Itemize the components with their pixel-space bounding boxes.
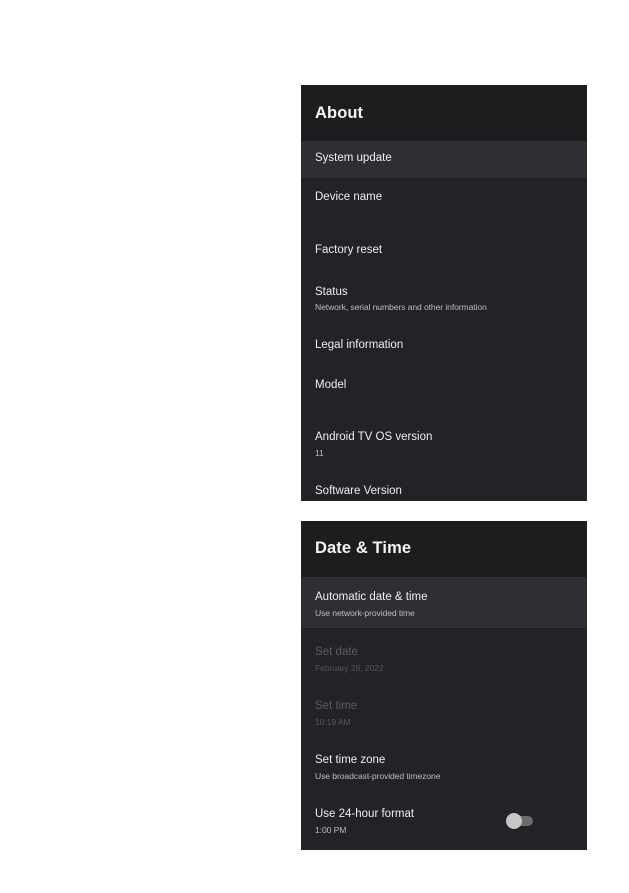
menu-item-automatic-date-time[interactable]: Automatic date & time Use network-provid…	[301, 577, 587, 629]
item-title: Status	[315, 286, 348, 298]
menu-item-set-date: Set date February 28, 2022	[301, 629, 587, 683]
menu-item-device-name[interactable]: Device name	[301, 179, 587, 231]
item-subtitle: Network, serial numbers and other inform…	[315, 302, 487, 312]
item-title: Set time	[315, 700, 358, 712]
toggle-knob	[506, 813, 522, 829]
item-subtitle: 11	[315, 448, 324, 458]
24-hour-format-toggle[interactable]	[506, 813, 534, 829]
item-subtitle: Use network-provided time	[315, 608, 415, 618]
item-title: Device name	[315, 191, 383, 203]
date-time-settings-panel: Date & Time Automatic date & time Use ne…	[301, 521, 587, 850]
item-title: Use 24-hour format	[315, 808, 415, 820]
item-title: System update	[315, 152, 392, 164]
item-subtitle: 1:00 PM	[315, 825, 347, 835]
menu-item-set-time-zone[interactable]: Set time zone Use broadcast-provided tim…	[301, 737, 587, 791]
item-title: Legal information	[315, 339, 404, 351]
item-title: Set time zone	[315, 754, 386, 766]
menu-item-software-version[interactable]: Software Version	[301, 471, 587, 501]
item-title: Factory reset	[315, 244, 383, 256]
item-title: Automatic date & time	[315, 591, 428, 603]
item-subtitle: 10:19 AM	[315, 717, 351, 727]
date-time-title: Date & Time	[315, 539, 412, 557]
item-title: Android TV OS version	[315, 431, 433, 443]
about-title: About	[315, 104, 364, 122]
date-time-header: Date & Time	[301, 521, 587, 577]
item-subtitle: Use broadcast-provided timezone	[315, 771, 441, 781]
menu-item-factory-reset[interactable]: Factory reset	[301, 231, 587, 273]
item-title: Software Version	[315, 485, 402, 497]
menu-item-legal-information[interactable]: Legal information	[301, 325, 587, 365]
menu-item-status[interactable]: Status Network, serial numbers and other…	[301, 273, 587, 325]
menu-item-use-24-hour-format[interactable]: Use 24-hour format 1:00 PM	[301, 791, 587, 850]
about-header: About	[301, 85, 587, 141]
menu-item-android-tv-os-version[interactable]: Android TV OS version 11	[301, 417, 587, 471]
menu-item-set-time: Set time 10:19 AM	[301, 683, 587, 737]
item-title: Model	[315, 379, 347, 391]
menu-item-system-update[interactable]: System update	[301, 141, 587, 179]
item-subtitle: February 28, 2022	[315, 663, 384, 673]
about-settings-panel: About System update Device name Factory …	[301, 85, 587, 501]
menu-item-model[interactable]: Model	[301, 365, 587, 417]
item-title: Set date	[315, 646, 358, 658]
